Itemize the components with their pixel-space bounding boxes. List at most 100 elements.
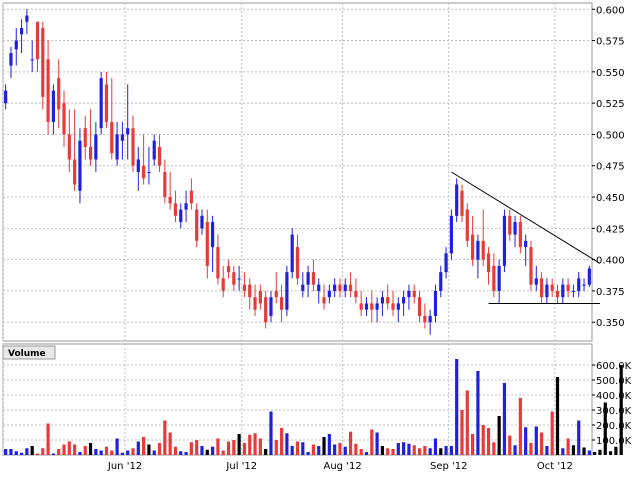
candle-body xyxy=(4,90,8,104)
candle-body xyxy=(142,165,146,179)
volume-bar xyxy=(571,445,576,455)
candle-body xyxy=(375,303,379,310)
candle-body xyxy=(110,121,114,154)
volume-tick-label: 400.0K xyxy=(596,391,632,402)
price-tick-label: 0.400 xyxy=(596,256,625,267)
volume-bar xyxy=(322,437,326,455)
candle-body xyxy=(311,272,316,285)
volume-bar xyxy=(115,438,119,455)
volume-bar xyxy=(402,442,406,455)
date-axis: Jun '12 Jul '12 Aug '12 Sep '12 Oct '12 xyxy=(107,461,573,472)
volume-bar xyxy=(614,446,618,455)
volume-bar xyxy=(62,444,66,455)
volume-bar xyxy=(195,440,199,455)
price-tick-label: 0.525 xyxy=(596,99,625,110)
volume-tick-label: 100.0K xyxy=(596,436,632,447)
volume-bar xyxy=(502,383,507,455)
volume-bar xyxy=(407,443,411,455)
volume-bar xyxy=(200,446,204,455)
volume-bar xyxy=(486,428,491,455)
volume-bar xyxy=(279,428,284,455)
volume-tick-label: 600.0K xyxy=(596,361,632,372)
volume-bar xyxy=(391,449,395,455)
volume-bar xyxy=(348,431,353,455)
price-tick-label: 0.600 xyxy=(596,5,625,16)
candle-body xyxy=(486,253,491,273)
candle-body xyxy=(518,222,522,248)
volume-bar xyxy=(110,450,114,455)
candle-body xyxy=(333,284,337,291)
candle-body xyxy=(136,159,140,172)
volume-bar xyxy=(163,420,167,455)
volume-bar xyxy=(497,416,501,455)
volume-bar xyxy=(104,446,109,455)
volume-bar xyxy=(179,451,183,455)
volume-bar xyxy=(471,434,475,455)
candle-body xyxy=(248,284,252,298)
candle-body xyxy=(295,247,300,279)
chart-canvas: 0.600 0.575 0.550 0.525 0.500 0.475 0.450 0.425… xyxy=(2,2,632,472)
volume-bar xyxy=(439,448,443,455)
volume-bar xyxy=(258,438,262,455)
date-tick-label: Oct '12 xyxy=(537,461,573,472)
candle-body xyxy=(380,297,384,304)
candle-body xyxy=(561,284,565,298)
volume-bar xyxy=(380,446,384,455)
volume-bar xyxy=(577,420,581,455)
volume-bar xyxy=(168,432,172,455)
price-axis: 0.600 0.575 0.550 0.525 0.500 0.475 0.450 0.425… xyxy=(592,5,625,329)
candle-body xyxy=(513,222,517,235)
volume-bar xyxy=(306,452,310,455)
volume-bar xyxy=(51,453,56,455)
volume-bar xyxy=(99,450,103,455)
candle-body xyxy=(396,303,400,310)
price-panel-frame xyxy=(2,2,593,342)
candle-body xyxy=(354,290,358,298)
candle-body xyxy=(550,284,554,291)
price-tick-label: 0.350 xyxy=(596,318,625,329)
volume-bar xyxy=(359,449,363,455)
candle-body xyxy=(587,268,591,285)
volume-bar xyxy=(529,443,533,455)
volume-bar xyxy=(94,449,98,455)
volume-bar xyxy=(78,452,82,455)
candle-body xyxy=(62,103,66,135)
volume-bar xyxy=(386,448,390,455)
volume-bar xyxy=(285,433,289,455)
candle-body xyxy=(184,203,188,210)
volume-bar xyxy=(566,438,570,455)
volume-bar xyxy=(242,443,247,455)
candle-body xyxy=(534,278,538,285)
candle-body xyxy=(279,297,284,310)
volume-bar xyxy=(428,448,432,455)
candle-body xyxy=(205,222,209,266)
candle-body xyxy=(301,284,305,291)
candle-body xyxy=(481,240,485,260)
candle-body xyxy=(571,290,576,292)
volume-title-box: Volume xyxy=(2,345,56,360)
price-tick-label: 0.475 xyxy=(596,162,625,173)
date-tick-label: Aug '12 xyxy=(324,461,362,472)
candle-body xyxy=(14,40,18,50)
volume-bar xyxy=(25,448,29,455)
volume-bar xyxy=(354,443,358,455)
candle-body xyxy=(364,303,369,310)
candle-body xyxy=(168,197,172,204)
candle-body xyxy=(99,78,103,129)
candle-body xyxy=(460,190,464,216)
candle-body xyxy=(566,284,570,291)
candle-body xyxy=(88,146,93,160)
volume-bar xyxy=(338,443,342,455)
candle-body xyxy=(465,209,469,241)
candle-body xyxy=(492,265,496,291)
volume-bar xyxy=(147,444,151,455)
price-panel xyxy=(4,9,591,335)
candle-body xyxy=(46,59,50,122)
volume-bar xyxy=(412,445,416,455)
date-tick-label: Jun '12 xyxy=(107,461,142,472)
volume-bar xyxy=(30,446,34,455)
candle-body xyxy=(9,53,13,66)
volume-bar xyxy=(460,410,464,455)
date-tick-label: Jul '12 xyxy=(225,461,257,472)
candle-body xyxy=(258,290,262,304)
